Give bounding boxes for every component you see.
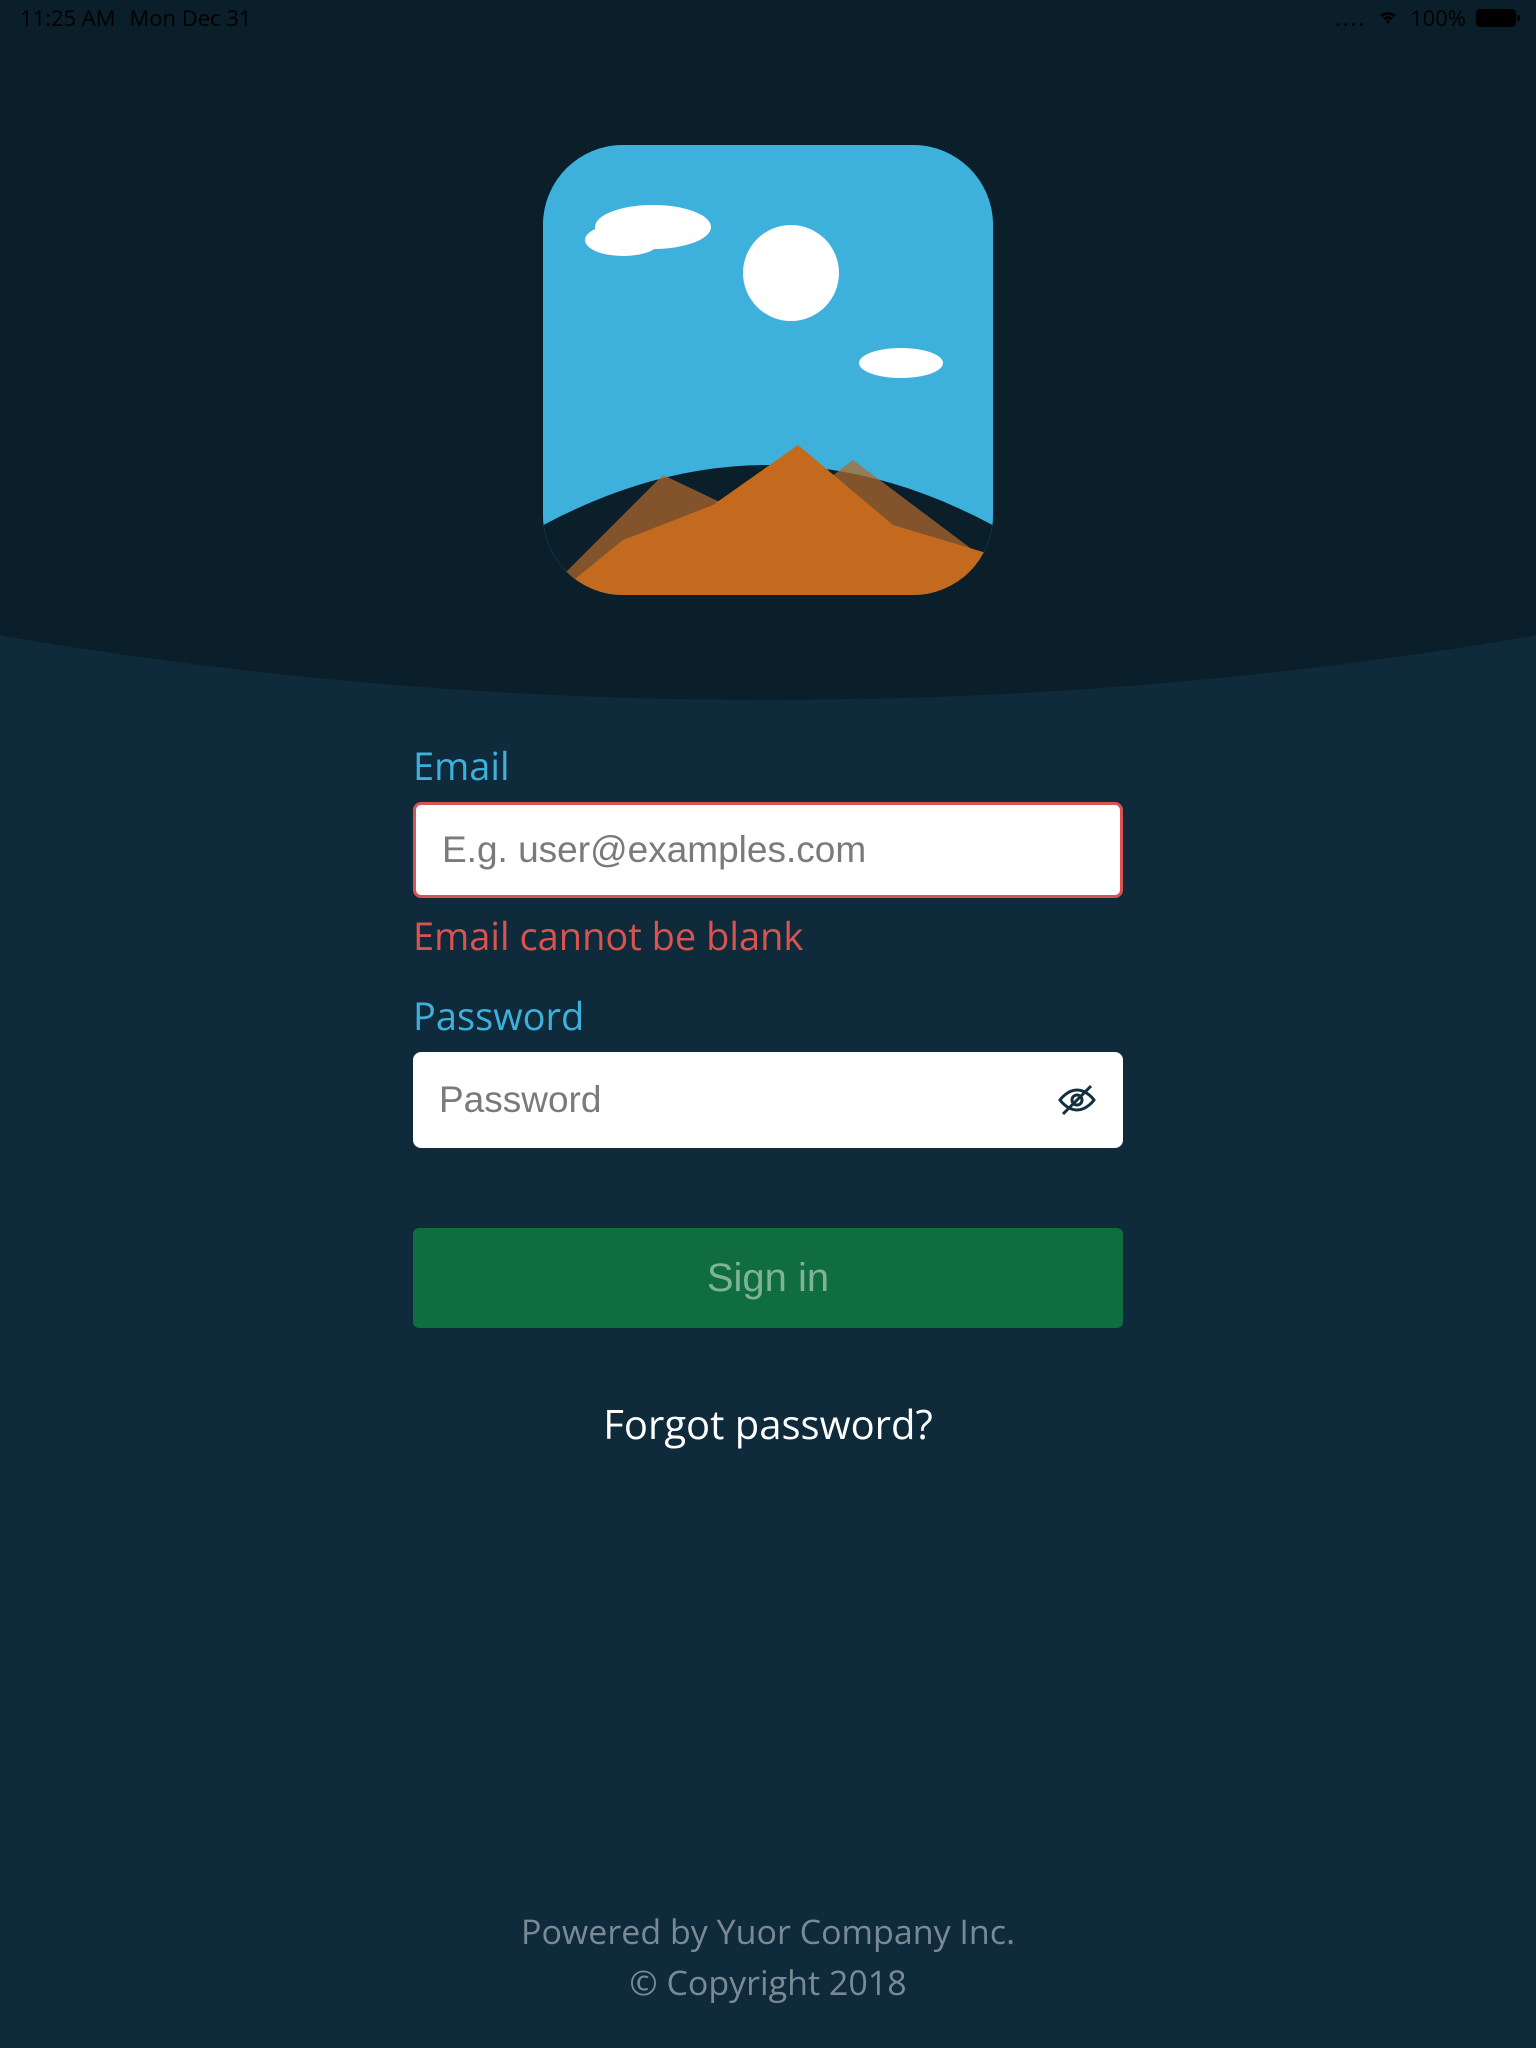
status-date: Mon Dec 31 — [130, 3, 252, 33]
email-input[interactable] — [413, 802, 1123, 898]
wifi-icon — [1376, 3, 1400, 33]
password-label: Password — [413, 990, 1123, 1042]
battery-pct: 100% — [1410, 3, 1466, 33]
signin-button[interactable]: Sign in — [413, 1228, 1123, 1328]
battery-icon — [1476, 9, 1516, 27]
footer-company: Powered by Yuor Company Inc. — [0, 1906, 1536, 1957]
status-bar: 11:25 AM Mon Dec 31 .... 100% — [0, 0, 1536, 36]
forgot-password-link[interactable]: Forgot password? — [413, 1396, 1123, 1451]
login-form: Email Email cannot be blank Password Sig… — [413, 740, 1123, 1451]
cellular-dots-icon: .... — [1335, 3, 1366, 33]
footer-copyright: © Copyright 2018 — [0, 1957, 1536, 2008]
eye-slash-icon[interactable] — [1057, 1084, 1097, 1116]
status-time: 11:25 AM — [20, 3, 116, 33]
footer: Powered by Yuor Company Inc. © Copyright… — [0, 1906, 1536, 2008]
email-error-text: Email cannot be blank — [413, 910, 1123, 962]
password-input[interactable] — [413, 1052, 1123, 1148]
app-logo — [543, 145, 993, 595]
email-label: Email — [413, 740, 1123, 792]
